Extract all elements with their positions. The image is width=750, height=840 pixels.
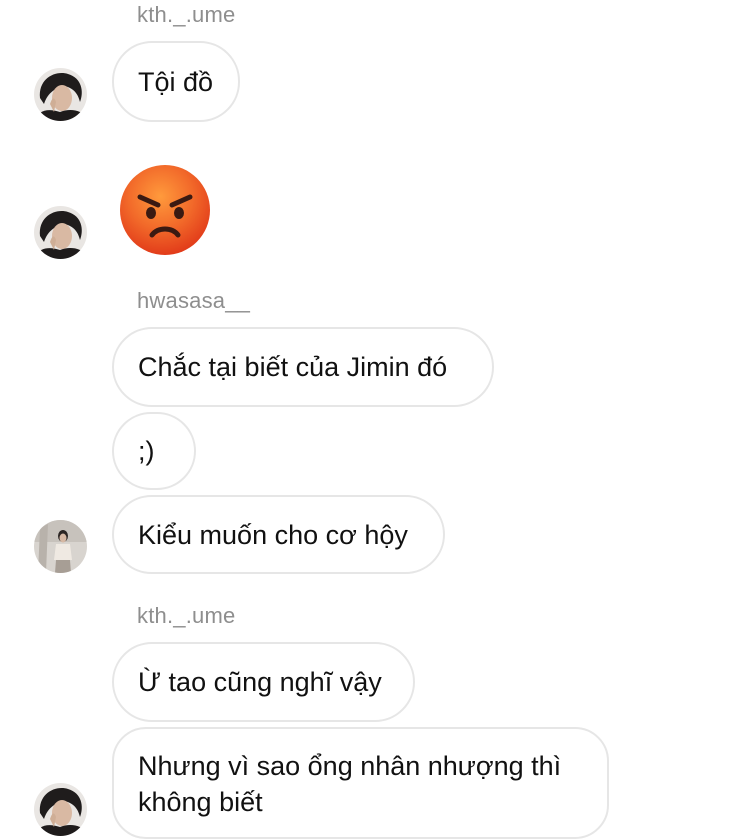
message-bubble[interactable]: Ừ tao cũng nghĩ vậy	[112, 642, 415, 722]
message-text: Nhưng vì sao ổng nhân nhượng thì không b…	[138, 751, 562, 817]
message-bubble[interactable]: Tội đồ	[112, 41, 240, 122]
avatar[interactable]	[34, 206, 87, 259]
message-text: Chắc tại biết của Jimin đó	[138, 352, 448, 382]
angry-face-emoji-icon[interactable]	[118, 163, 212, 257]
message-text: ;)	[138, 436, 155, 466]
sender-name: kth._.ume	[137, 603, 236, 628]
avatar[interactable]	[34, 783, 87, 836]
message-bubble[interactable]: ;)	[112, 412, 196, 490]
avatar-dark-hair-man-icon	[34, 206, 87, 259]
message-text: Tội đồ	[138, 66, 214, 97]
message-text: Ừ tao cũng nghĩ vậy	[138, 667, 382, 697]
avatar[interactable]	[34, 68, 87, 121]
avatar-woman-standing-icon	[34, 520, 87, 573]
avatar-dark-hair-man-icon	[34, 68, 87, 121]
message-bubble[interactable]: Chắc tại biết của Jimin đó	[112, 327, 494, 407]
message-bubble[interactable]: Kiểu muốn cho cơ hộy	[112, 495, 445, 574]
message-bubble[interactable]: Nhưng vì sao ổng nhân nhượng thì không b…	[112, 727, 609, 839]
sender-name: kth._.ume	[137, 2, 236, 27]
message-text: Kiểu muốn cho cơ hộy	[138, 519, 408, 550]
avatar[interactable]	[34, 520, 87, 573]
sender-name: hwasasa__	[137, 288, 251, 313]
avatar-dark-hair-man-icon	[34, 783, 87, 836]
